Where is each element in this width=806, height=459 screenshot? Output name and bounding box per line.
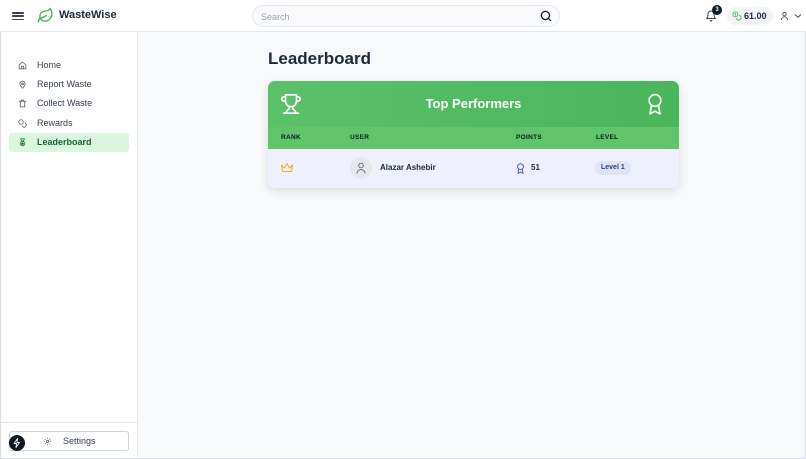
chevron-down-icon[interactable] (794, 13, 802, 19)
menu-icon[interactable] (12, 10, 24, 22)
points-value: 51 (531, 163, 540, 172)
sidebar-item-label: Leaderboard (37, 137, 92, 147)
crown-icon (280, 162, 294, 173)
settings-label: Settings (63, 436, 96, 446)
sidebar-item-label: Home (37, 60, 62, 70)
sidebar-item-label: Rewards (37, 118, 73, 128)
sidebar-item-label: Report Waste (37, 79, 92, 89)
page-title: Leaderboard (268, 49, 371, 68)
coins-icon (732, 11, 742, 21)
medal-icon (19, 138, 26, 147)
sidebar-item-label: Collect Waste (37, 98, 93, 108)
column-header-user: USER (350, 134, 370, 141)
search-icon[interactable] (539, 9, 553, 23)
sidebar-divider (1, 422, 137, 423)
column-header-level: LEVEL (596, 134, 619, 141)
search-input[interactable] (261, 9, 531, 24)
avatar (350, 157, 372, 179)
lightning-icon (13, 438, 20, 448)
award-icon (517, 163, 524, 174)
trash-icon (18, 99, 27, 108)
column-header-points: POINTS (516, 134, 542, 141)
settings-button[interactable]: Settings (9, 431, 129, 451)
gear-icon (43, 437, 52, 446)
level-badge: Level 1 (595, 161, 631, 175)
user-icon[interactable] (780, 11, 789, 21)
sidebar-item-leaderboard[interactable]: Leaderboard (9, 133, 129, 152)
user-name: Alazar Ashebir (380, 163, 436, 172)
award-icon (648, 93, 662, 115)
user-icon (356, 162, 366, 174)
map-pin-icon (19, 80, 26, 89)
column-header-rank: RANK (281, 134, 301, 141)
leaf-logo-icon (37, 7, 53, 23)
card-header: Top Performers (268, 81, 679, 127)
bolt-button[interactable] (9, 435, 25, 451)
balance-value: 61.00 (744, 11, 767, 21)
sidebar: Home Report Waste Collect Waste Rewards … (1, 32, 138, 458)
balance-pill: 61.00 (727, 7, 773, 25)
sidebar-item-report-waste[interactable]: Report Waste (9, 75, 129, 94)
table-row[interactable]: Alazar Ashebir 51 Level 1 (268, 149, 679, 188)
leaderboard-card: Top Performers RANK USER POINTS LEVEL Al… (268, 81, 679, 188)
sidebar-item-home[interactable]: Home (9, 56, 129, 75)
table-header: RANK USER POINTS LEVEL (268, 127, 679, 149)
sidebar-item-rewards[interactable]: Rewards (9, 114, 129, 133)
app-title: WasteWise (59, 9, 117, 21)
coins-icon (18, 119, 27, 128)
search-box (252, 5, 560, 27)
card-title: Top Performers (425, 96, 522, 111)
home-icon (18, 61, 27, 70)
top-header: WasteWise 3 61.00 (0, 0, 806, 32)
sidebar-item-collect-waste[interactable]: Collect Waste (9, 94, 129, 113)
notification-count-badge: 3 (712, 5, 722, 15)
